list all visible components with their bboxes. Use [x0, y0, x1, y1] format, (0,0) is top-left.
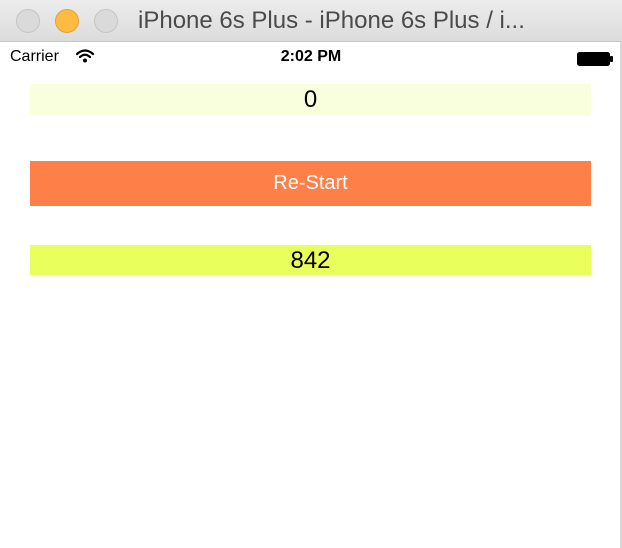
window-title: iPhone 6s Plus - iPhone 6s Plus / i... — [138, 7, 525, 34]
title-bar: iPhone 6s Plus - iPhone 6s Plus / i... — [0, 0, 622, 42]
status-bar: Carrier 2:02 PM — [0, 42, 622, 72]
minimize-button[interactable] — [55, 9, 79, 33]
counter-label: 0 — [30, 84, 591, 115]
battery-icon — [577, 52, 613, 66]
zoom-button[interactable] — [94, 9, 118, 33]
status-time: 2:02 PM — [280, 48, 342, 65]
result-label: 842 — [30, 245, 591, 275]
restart-button[interactable]: Re-Start — [30, 161, 591, 206]
simulator-window: iPhone 6s Plus - iPhone 6s Plus / i... C… — [0, 0, 622, 548]
close-button[interactable] — [16, 9, 40, 33]
